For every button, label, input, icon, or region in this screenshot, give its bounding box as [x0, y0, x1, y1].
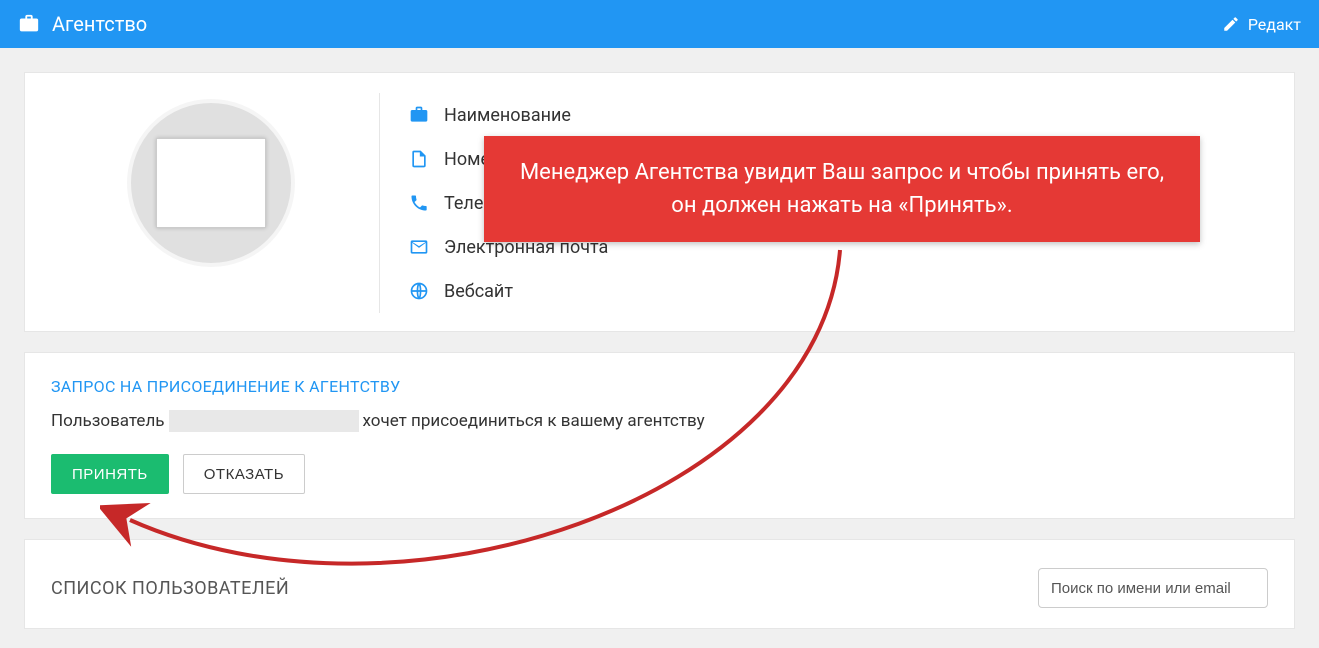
request-text-before: Пользователь	[51, 411, 165, 431]
accept-button[interactable]: ПРИНЯТЬ	[51, 454, 169, 494]
agency-avatar[interactable]	[127, 99, 295, 267]
briefcase-icon	[18, 13, 40, 35]
globe-icon	[408, 281, 430, 301]
edit-button[interactable]: Редакт	[1222, 15, 1301, 34]
detail-website: Вебсайт	[408, 269, 1268, 313]
edit-label: Редакт	[1248, 15, 1301, 34]
annotation-callout: Менеджер Агентства увидит Ваш запрос и ч…	[484, 136, 1200, 242]
request-text: Пользователь хочет присоединиться к ваше…	[51, 410, 1268, 432]
header-left: Агентство	[18, 12, 147, 36]
user-search-input[interactable]	[1038, 568, 1268, 608]
phone-icon	[408, 193, 430, 213]
page-header: Агентство Редакт	[0, 0, 1319, 48]
decline-button[interactable]: ОТКАЗАТЬ	[183, 454, 305, 494]
users-card: СПИСОК ПОЛЬЗОВАТЕЛЕЙ	[24, 539, 1295, 629]
detail-name: Наименование	[408, 93, 1268, 137]
avatar-column	[51, 93, 371, 313]
join-request-card: ЗАПРОС НА ПРИСОЕДИНЕНИЕ К АГЕНТСТВУ Поль…	[24, 352, 1295, 519]
users-section-title: СПИСОК ПОЛЬЗОВАТЕЛЕЙ	[51, 578, 289, 599]
document-icon	[408, 149, 430, 169]
detail-website-label: Вебсайт	[444, 281, 513, 302]
request-text-after: хочет присоединиться к вашему агентству	[363, 411, 705, 431]
detail-name-label: Наименование	[444, 105, 571, 126]
mail-icon	[408, 237, 430, 257]
pencil-icon	[1222, 15, 1240, 33]
page-title: Агентство	[52, 12, 147, 36]
request-section-title: ЗАПРОС НА ПРИСОЕДИНЕНИЕ К АГЕНТСТВУ	[51, 377, 1268, 396]
redacted-username	[169, 410, 359, 432]
briefcase-icon	[408, 105, 430, 125]
request-actions: ПРИНЯТЬ ОТКАЗАТЬ	[51, 454, 1268, 494]
